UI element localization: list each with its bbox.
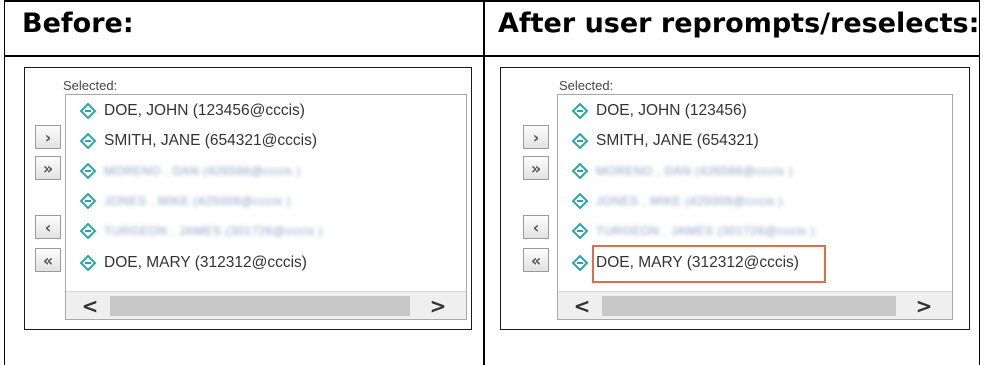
list-item[interactable]: JONES , MIKE (425009@cccis ) xyxy=(80,189,291,213)
list-item[interactable]: MORENO , DAN (426566@cccis ) xyxy=(572,159,793,183)
item-label-redacted: MORENO , DAN (426566@cccis ) xyxy=(104,164,301,178)
horizontal-scrollbar[interactable]: < > xyxy=(558,291,952,319)
remove-button[interactable]: ‹ xyxy=(35,215,61,239)
scroll-left-icon[interactable]: < xyxy=(568,292,596,320)
user-diamond-icon xyxy=(572,133,588,149)
add-button[interactable]: › xyxy=(35,125,61,149)
user-diamond-icon xyxy=(80,193,96,209)
list-item[interactable]: SMITH, JANE (654321@cccis) xyxy=(80,129,317,153)
item-label: SMITH, JANE (654321) xyxy=(596,132,759,149)
item-label: DOE, MARY (312312@cccis) xyxy=(104,254,307,271)
user-diamond-icon xyxy=(80,223,96,239)
item-label: DOE, JOHN (123456) xyxy=(596,102,747,119)
list-item[interactable]: MORENO , DAN (426566@cccis ) xyxy=(80,159,301,183)
user-diamond-icon xyxy=(80,163,96,179)
add-all-button[interactable]: » xyxy=(35,156,61,180)
highlight-box xyxy=(592,245,826,283)
list-item[interactable]: TURGEON , JAMES (301726@cccis ) xyxy=(572,219,815,243)
user-diamond-icon xyxy=(572,193,588,209)
before-heading: Before: xyxy=(22,8,134,39)
item-label-redacted: TURGEON , JAMES (301726@cccis ) xyxy=(596,224,816,238)
scroll-right-icon[interactable]: > xyxy=(910,292,938,320)
list-item[interactable]: JONES , MIKE (425009@cccis ) xyxy=(572,189,783,213)
add-button[interactable]: › xyxy=(523,125,549,149)
remove-all-button[interactable]: « xyxy=(523,248,549,272)
item-label: DOE, JOHN (123456@cccis) xyxy=(104,102,305,119)
item-label-redacted: JONES , MIKE (425009@cccis ) xyxy=(104,194,291,208)
item-label-redacted: TURGEON , JAMES (301726@cccis ) xyxy=(104,224,324,238)
after-screenshot: Selected: › » ‹ « DOE, JOHN (123456) SMI… xyxy=(500,67,970,330)
remove-all-button[interactable]: « xyxy=(35,248,61,272)
before-screenshot: Selected: › » ‹ « DOE, JOHN (123456@ccci… xyxy=(24,67,472,330)
selected-listbox[interactable]: DOE, JOHN (123456) SMITH, JANE (654321) … xyxy=(557,94,953,320)
list-item[interactable]: DOE, JOHN (123456@cccis) xyxy=(80,99,305,123)
item-label-redacted: MORENO , DAN (426566@cccis ) xyxy=(596,164,793,178)
add-all-button[interactable]: » xyxy=(523,156,549,180)
header-row-border xyxy=(4,55,980,57)
item-label-redacted: JONES , MIKE (425009@cccis ) xyxy=(596,194,783,208)
remove-button[interactable]: ‹ xyxy=(523,215,549,239)
user-diamond-icon xyxy=(572,255,588,271)
list-item[interactable]: SMITH, JANE (654321) xyxy=(572,129,759,153)
scroll-left-icon[interactable]: < xyxy=(76,292,104,320)
user-diamond-icon xyxy=(572,103,588,119)
scroll-right-icon[interactable]: > xyxy=(424,292,452,320)
scroll-thumb[interactable] xyxy=(110,296,410,316)
user-diamond-icon xyxy=(80,255,96,271)
user-diamond-icon xyxy=(80,133,96,149)
list-item[interactable]: DOE, MARY (312312@cccis) xyxy=(80,251,307,275)
selected-label: Selected: xyxy=(559,78,614,93)
selected-label: Selected: xyxy=(63,78,118,93)
user-diamond-icon xyxy=(572,163,588,179)
user-diamond-icon xyxy=(80,103,96,119)
selected-listbox[interactable]: DOE, JOHN (123456@cccis) SMITH, JANE (65… xyxy=(65,94,467,320)
scroll-thumb[interactable] xyxy=(602,296,896,316)
horizontal-scrollbar[interactable]: < > xyxy=(66,291,466,319)
item-label: SMITH, JANE (654321@cccis) xyxy=(104,132,317,149)
after-heading: After user reprompts/reselects: xyxy=(498,8,980,39)
list-item[interactable]: DOE, JOHN (123456) xyxy=(572,99,747,123)
list-item[interactable]: TURGEON , JAMES (301726@cccis ) xyxy=(80,219,323,243)
user-diamond-icon xyxy=(572,223,588,239)
